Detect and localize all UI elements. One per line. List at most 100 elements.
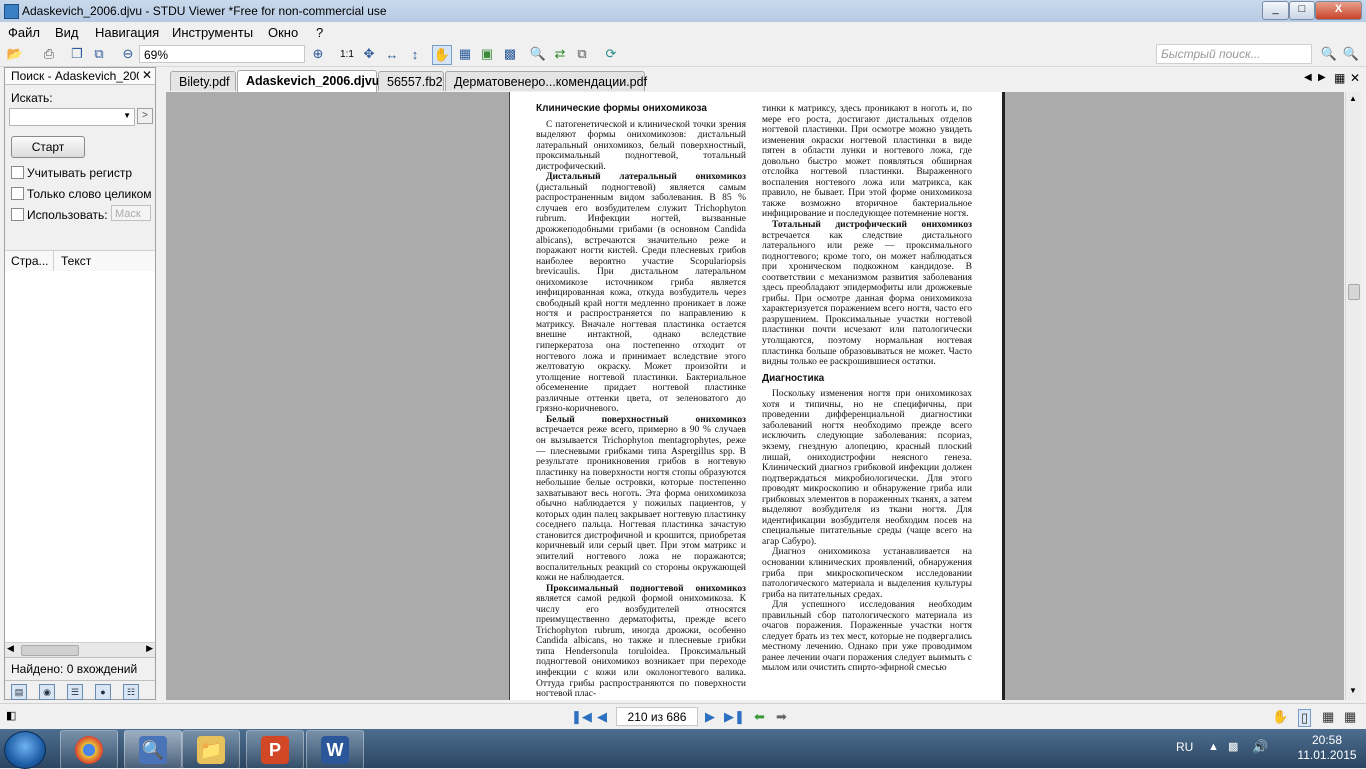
document-view[interactable]: Клинические формы онихомикоза С патогене… bbox=[166, 92, 1344, 700]
scroll-up-icon[interactable]: ▲ bbox=[1349, 94, 1357, 103]
use-checkbox[interactable] bbox=[11, 208, 24, 221]
col-page[interactable]: Стра... bbox=[11, 254, 49, 268]
status-bar: ◧ ❚◀ ◀ 210 из 686 ▶ ▶❚ ⬅ ➡ ✋ ▯ ▦ ▦ bbox=[0, 703, 1366, 730]
pages-icon[interactable]: ⧉ bbox=[573, 45, 591, 63]
tab-prev-icon[interactable]: ◀ bbox=[1304, 72, 1312, 83]
snapshot-icon[interactable]: ▩ bbox=[501, 45, 519, 63]
chrome-taskbar-button[interactable] bbox=[60, 730, 118, 769]
tab-56557[interactable]: 56557.fb2 bbox=[378, 71, 444, 91]
network-icon[interactable]: ▩ bbox=[1228, 740, 1238, 753]
select-image-icon[interactable]: ▣ bbox=[478, 45, 496, 63]
tab-adaskevich[interactable]: Adaskevich_2006.djvu bbox=[237, 70, 379, 92]
next-page-icon[interactable]: ▶ bbox=[705, 709, 715, 725]
paragraph: Тотальный дистрофический онихомикоз встр… bbox=[762, 220, 972, 368]
window-title: Adaskevich_2006.djvu - STDU Viewer *Free… bbox=[22, 4, 387, 18]
case-checkbox[interactable] bbox=[11, 166, 24, 179]
clock[interactable]: 20:58 11.01.2015 bbox=[1294, 733, 1360, 763]
tab-list-icon[interactable]: ▦ bbox=[1334, 71, 1345, 85]
search-input[interactable]: ▼ bbox=[9, 108, 135, 126]
user-icon[interactable]: ● bbox=[95, 684, 111, 700]
fit-visible-icon[interactable]: ↕ bbox=[406, 45, 424, 63]
paragraph: Поскольку изменения ногтя при онихомикоз… bbox=[762, 389, 972, 547]
minimize-button[interactable]: _ bbox=[1262, 1, 1289, 20]
copy-page-icon[interactable]: ❐ bbox=[68, 45, 86, 63]
word-taskbar-button[interactable]: W bbox=[306, 730, 364, 769]
panel-toggle-icon[interactable]: ◧ bbox=[6, 709, 16, 722]
start-button[interactable]: Старт bbox=[11, 136, 85, 158]
find-icon[interactable]: 🔍 bbox=[529, 45, 547, 63]
contents-icon[interactable]: ☰ bbox=[67, 684, 83, 700]
chevron-down-icon[interactable]: ▼ bbox=[123, 111, 131, 120]
grid-view-icon[interactable]: ▦ bbox=[1344, 709, 1356, 725]
swap-icon[interactable]: ⇄ bbox=[551, 45, 569, 63]
quick-search-input[interactable]: Быстрый поиск... bbox=[1156, 44, 1312, 64]
scroll-thumb[interactable] bbox=[1348, 284, 1360, 300]
menu-window[interactable]: Окно bbox=[268, 25, 298, 40]
actual-size-button[interactable]: 1:1 bbox=[338, 45, 356, 63]
bookmarks-icon[interactable]: ☷ bbox=[123, 684, 139, 700]
powerpoint-taskbar-button[interactable]: P bbox=[246, 730, 304, 769]
language-indicator[interactable]: RU bbox=[1176, 740, 1193, 754]
stdu-taskbar-button[interactable]: 🔍 bbox=[124, 730, 182, 769]
zoom-in-icon[interactable]: ⊕ bbox=[309, 45, 327, 63]
first-page-icon[interactable]: ❚◀ bbox=[571, 709, 592, 725]
menu-view[interactable]: Вид bbox=[55, 25, 79, 40]
select-text-icon[interactable]: ▦ bbox=[456, 45, 474, 63]
start-orb[interactable] bbox=[4, 731, 46, 769]
tab-bilety[interactable]: Bilety.pdf bbox=[170, 71, 236, 91]
title-bar: Adaskevich_2006.djvu - STDU Viewer *Free… bbox=[0, 0, 1366, 23]
page-left-column: Клинические формы онихомикоза С патогене… bbox=[536, 103, 746, 700]
search-next-icon[interactable]: 🔍 bbox=[1342, 45, 1360, 63]
use-label: Использовать: bbox=[27, 208, 108, 222]
two-page-icon[interactable]: ▦ bbox=[1322, 709, 1334, 725]
close-icon[interactable]: ✕ bbox=[142, 68, 152, 82]
refresh-icon[interactable]: ⟳ bbox=[602, 45, 620, 63]
scroll-down-icon[interactable]: ▼ bbox=[1349, 686, 1357, 695]
menu-help[interactable]: ? bbox=[316, 25, 323, 40]
zoom-out-icon[interactable]: ⊖ bbox=[119, 45, 137, 63]
tab-dermato[interactable]: Дерматовенеро...комендации.pdf bbox=[445, 71, 647, 91]
toolbar: 📂 ⎙ ❐ ⧉ ⊖ 69% ⊕ 1:1 ✥ ↔ ↕ ✋ ▦ ▣ ▩ 🔍 ⇄ ⧉ … bbox=[0, 42, 1366, 67]
section-heading: Клинические формы онихомикоза bbox=[536, 103, 707, 114]
export-icon[interactable]: ⧉ bbox=[90, 45, 108, 63]
vertical-scrollbar[interactable]: ▲ ▼ bbox=[1345, 92, 1361, 700]
menu-navigation[interactable]: Навигация bbox=[95, 25, 159, 40]
powerpoint-icon: P bbox=[261, 736, 289, 764]
print-icon[interactable]: ⎙ bbox=[40, 45, 58, 63]
back-icon[interactable]: ⬅ bbox=[754, 709, 765, 725]
open-folder-icon[interactable]: 📂 bbox=[6, 45, 24, 63]
search-panel: Поиск - Adaskevich_2006.djvu ✕ Искать: ▼… bbox=[4, 67, 156, 700]
horizontal-scrollbar[interactable]: ◀ ▶ bbox=[5, 642, 155, 657]
whole-word-checkbox[interactable] bbox=[11, 187, 24, 200]
volume-icon[interactable]: 🔊 bbox=[1252, 739, 1268, 755]
thumbnails-icon[interactable]: ▤ bbox=[11, 684, 27, 700]
close-button[interactable]: X bbox=[1315, 1, 1362, 20]
prev-page-icon[interactable]: ◀ bbox=[597, 709, 607, 725]
results-list[interactable] bbox=[5, 271, 155, 643]
search-prev-icon[interactable]: 🔍 bbox=[1320, 45, 1338, 63]
search-go-button[interactable]: > bbox=[137, 108, 153, 124]
search-tab-icon[interactable]: ◉ bbox=[39, 684, 55, 700]
pan-mode-icon[interactable]: ✋ bbox=[1272, 709, 1288, 725]
clock-date: 11.01.2015 bbox=[1297, 748, 1357, 762]
paragraph: Проксимальный подногтевой онихомикоз явл… bbox=[536, 583, 746, 700]
page-right-column: тинки к матриксу, здесь проникают в ного… bbox=[762, 104, 972, 674]
fit-width-icon[interactable]: ↔ bbox=[383, 45, 401, 63]
hand-tool-icon[interactable]: ✋ bbox=[432, 45, 452, 65]
maximize-button[interactable]: □ bbox=[1289, 1, 1315, 20]
fit-page-icon[interactable]: ✥ bbox=[360, 45, 378, 63]
page-indicator[interactable]: 210 из 686 bbox=[616, 707, 698, 726]
last-page-icon[interactable]: ▶❚ bbox=[724, 709, 745, 725]
tab-close-icon[interactable]: ✕ bbox=[1350, 71, 1360, 85]
tab-next-icon[interactable]: ▶ bbox=[1318, 72, 1326, 83]
forward-icon[interactable]: ➡ bbox=[776, 709, 787, 725]
menu-bar: Файл Вид Навигация Инструменты Окно ? bbox=[0, 22, 1366, 42]
menu-tools[interactable]: Инструменты bbox=[172, 25, 253, 40]
single-page-icon[interactable]: ▯ bbox=[1298, 709, 1312, 727]
use-select[interactable]: Маск bbox=[111, 205, 151, 221]
zoom-select[interactable]: 69% bbox=[139, 45, 305, 63]
explorer-taskbar-button[interactable]: 📁 bbox=[182, 730, 240, 769]
col-text[interactable]: Текст bbox=[61, 254, 91, 268]
tray-expand-icon[interactable]: ▲ bbox=[1208, 741, 1219, 753]
menu-file[interactable]: Файл bbox=[8, 25, 40, 40]
